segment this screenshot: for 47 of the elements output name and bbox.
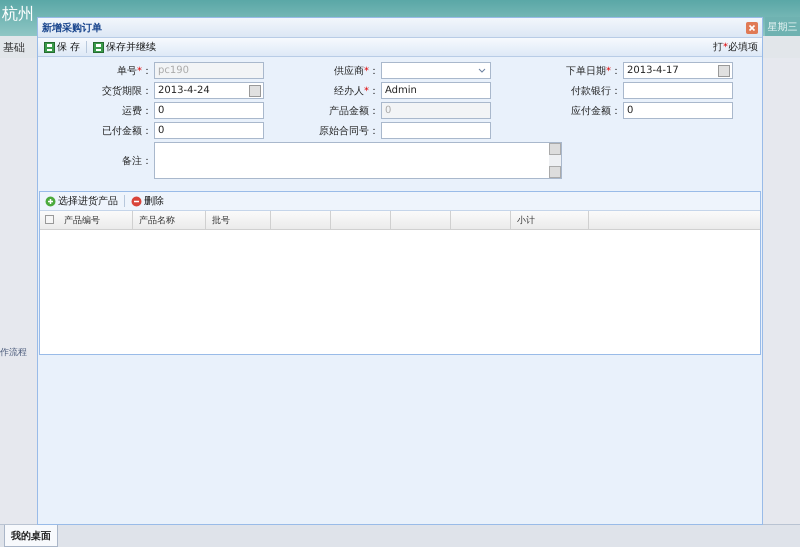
text-field[interactable] [623, 82, 733, 99]
select-field[interactable] [381, 62, 491, 79]
text-field[interactable]: 0 [623, 102, 733, 119]
field-label: 原始合同号： [318, 124, 380, 138]
field-label: 付款银行： [570, 84, 622, 98]
date-field[interactable]: 2013-4-17 [623, 62, 733, 79]
remark-textarea[interactable] [154, 142, 562, 179]
date-field[interactable]: 2013-4-24 [154, 82, 264, 99]
field-label: 应付金额： [570, 104, 622, 118]
select-all-checkbox[interactable] [45, 215, 54, 224]
text-field[interactable]: 0 [154, 122, 264, 139]
scrollbar[interactable] [549, 143, 561, 178]
save-button[interactable]: 保存并继续 [91, 40, 158, 54]
weekday-label: 星期三 [765, 17, 800, 36]
field-label: 产品金额： [328, 104, 380, 118]
save-icon [93, 42, 104, 52]
column-header[interactable]: 批号 [206, 211, 271, 229]
column-header[interactable]: 产品编号 [58, 211, 133, 229]
required-note: 打*必填项 [713, 40, 758, 54]
text-field[interactable]: Admin [381, 82, 491, 99]
desktop-tab[interactable]: 我的桌面 [4, 525, 58, 547]
delete-button[interactable]: 删除 [129, 194, 166, 208]
field-label: 经办人*： [333, 84, 380, 98]
field-label: 备注： [121, 154, 153, 168]
calendar-icon[interactable] [718, 64, 730, 76]
field-label: 运费： [121, 104, 153, 118]
save-icon [44, 42, 55, 52]
field-label: 单号*： [116, 64, 153, 78]
text-field[interactable] [381, 122, 491, 139]
field-label: 交货期限： [101, 84, 153, 98]
delete-icon [131, 196, 142, 206]
side-link[interactable]: 作流程 [0, 346, 27, 359]
column-header[interactable]: 产品名称 [133, 211, 206, 229]
caret-icon [478, 68, 486, 73]
close-icon[interactable] [746, 22, 758, 34]
save-button[interactable]: 保 存 [42, 40, 82, 54]
add-icon [45, 196, 56, 206]
field-label: 已付金额： [101, 124, 153, 138]
field-label: 下单日期*： [565, 64, 622, 78]
text-field[interactable]: 0 [154, 102, 264, 119]
calendar-icon[interactable] [249, 84, 261, 96]
nav-menu-item[interactable]: 基础 [3, 40, 25, 54]
column-header[interactable]: 小计 [511, 211, 589, 229]
app-title: 杭州 [1, 3, 34, 25]
field-label: 供应商*： [333, 64, 380, 78]
add-product-button[interactable]: 选择进货产品 [43, 194, 120, 208]
dialog-title: 新增采购订单 [42, 21, 102, 34]
